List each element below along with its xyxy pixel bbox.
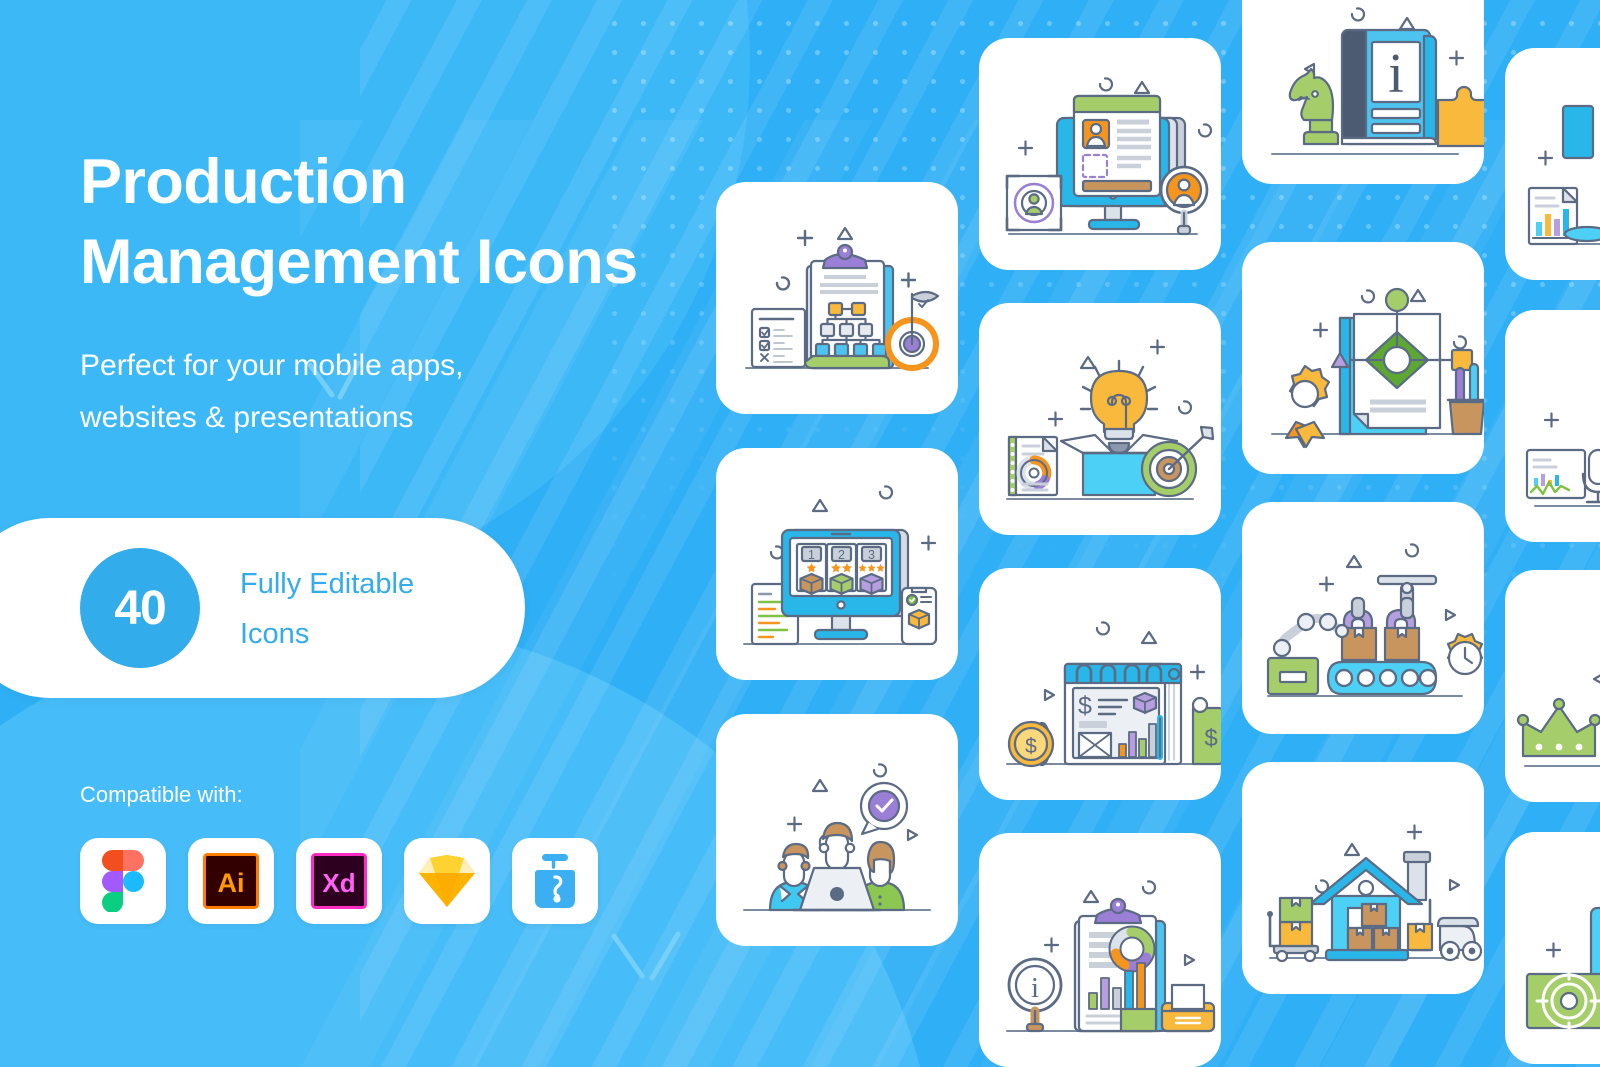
- data-report-icon-card[interactable]: i: [979, 833, 1221, 1067]
- strategy-knowledge-icon-card[interactable]: i: [1242, 0, 1484, 184]
- page-title: Production Management Icons: [80, 142, 700, 302]
- iconjar-icon: [535, 854, 575, 908]
- svg-text:Ai: Ai: [218, 868, 245, 898]
- business-analytics-illustration: [1527, 104, 1600, 246]
- app-tile-figma[interactable]: [80, 838, 166, 924]
- target-setting-illustration: [1525, 906, 1600, 1035]
- icon-count-label-line-1: Fully Editable: [240, 568, 415, 600]
- candidate-search-illustration: [1005, 77, 1213, 236]
- project-planning-icon-card[interactable]: [716, 182, 958, 414]
- page-title-line-2: Management Icons: [80, 227, 638, 297]
- icon-count-number: 40: [114, 581, 166, 635]
- factory-automation-icon-card[interactable]: [1242, 502, 1484, 734]
- adobe-xd-icon: Xd: [311, 853, 367, 909]
- icon-count-circle: 40: [80, 548, 200, 668]
- idea-innovation-icon-card[interactable]: [979, 303, 1221, 535]
- business-analytics-icon-card[interactable]: [1505, 48, 1600, 280]
- cost-analysis-illustration: $ $ $: [1006, 621, 1221, 768]
- svg-text:i: i: [1031, 972, 1039, 1004]
- svg-text:i: i: [1388, 43, 1404, 105]
- premium-quality-icon-card[interactable]: [1505, 570, 1600, 802]
- hero-panel: Production Management Icons Perfect for …: [0, 0, 700, 1067]
- page-title-line-1: Production: [80, 147, 407, 217]
- premium-quality-illustration: [1516, 674, 1600, 767]
- figma-icon: [102, 850, 144, 912]
- app-tile-sketch[interactable]: [404, 838, 490, 924]
- svg-text:$: $: [1204, 725, 1217, 752]
- warehouse-logistics-illustration: [1267, 824, 1483, 963]
- icon-count-badge: 40 Fully Editable Icons: [0, 518, 525, 698]
- quality-certification-illustration: [1271, 287, 1484, 449]
- svg-text:1: 1: [808, 548, 815, 562]
- strategy-knowledge-illustration: i: [1271, 7, 1484, 155]
- compatibility-label: Compatible with:: [80, 782, 243, 807]
- adobe-illustrator-icon: Ai: [203, 853, 259, 909]
- app-tile-adobe-xd[interactable]: Xd: [296, 838, 382, 924]
- target-setting-icon-card[interactable]: [1505, 832, 1600, 1064]
- svg-text:$: $: [1078, 692, 1092, 720]
- candidate-search-icon-card[interactable]: [979, 38, 1221, 270]
- svg-text:2: 2: [838, 548, 845, 562]
- icon-count-label-line-2: Icons: [240, 617, 310, 650]
- product-ranking-illustration: 1 2 3: [743, 485, 938, 646]
- voice-monitoring-icon-card[interactable]: [1505, 310, 1600, 542]
- cost-analysis-icon-card[interactable]: $ $ $: [979, 568, 1221, 800]
- quality-certification-icon-card[interactable]: [1242, 242, 1484, 474]
- svg-text:$: $: [1025, 735, 1037, 758]
- svg-text:3: 3: [868, 548, 875, 562]
- idea-innovation-illustration: [1006, 339, 1215, 500]
- product-ranking-icon-card[interactable]: 1 2 3: [716, 448, 958, 680]
- warehouse-logistics-icon-card[interactable]: [1242, 762, 1484, 994]
- page-subtitle: Perfect for your mobile apps, websites &…: [80, 340, 600, 443]
- svg-text:Xd: Xd: [322, 868, 355, 898]
- icon-count-label: Fully Editable Icons: [240, 560, 470, 660]
- factory-automation-illustration: [1266, 543, 1484, 697]
- compatible-apps-row: Ai Xd: [80, 838, 598, 924]
- voice-monitoring-illustration: [1525, 412, 1600, 507]
- sketch-icon: [419, 855, 475, 907]
- app-tile-adobe-illustrator[interactable]: Ai: [188, 838, 274, 924]
- app-tile-iconjar[interactable]: [512, 838, 598, 924]
- team-collaboration-icon-card[interactable]: [716, 714, 958, 946]
- page-subtitle-line-2: websites & presentations: [80, 400, 414, 434]
- page-subtitle-line-1: Perfect for your mobile apps,: [80, 349, 464, 382]
- project-planning-illustration: [745, 226, 940, 371]
- team-collaboration-illustration: [743, 763, 931, 912]
- data-report-illustration: i: [1006, 880, 1216, 1033]
